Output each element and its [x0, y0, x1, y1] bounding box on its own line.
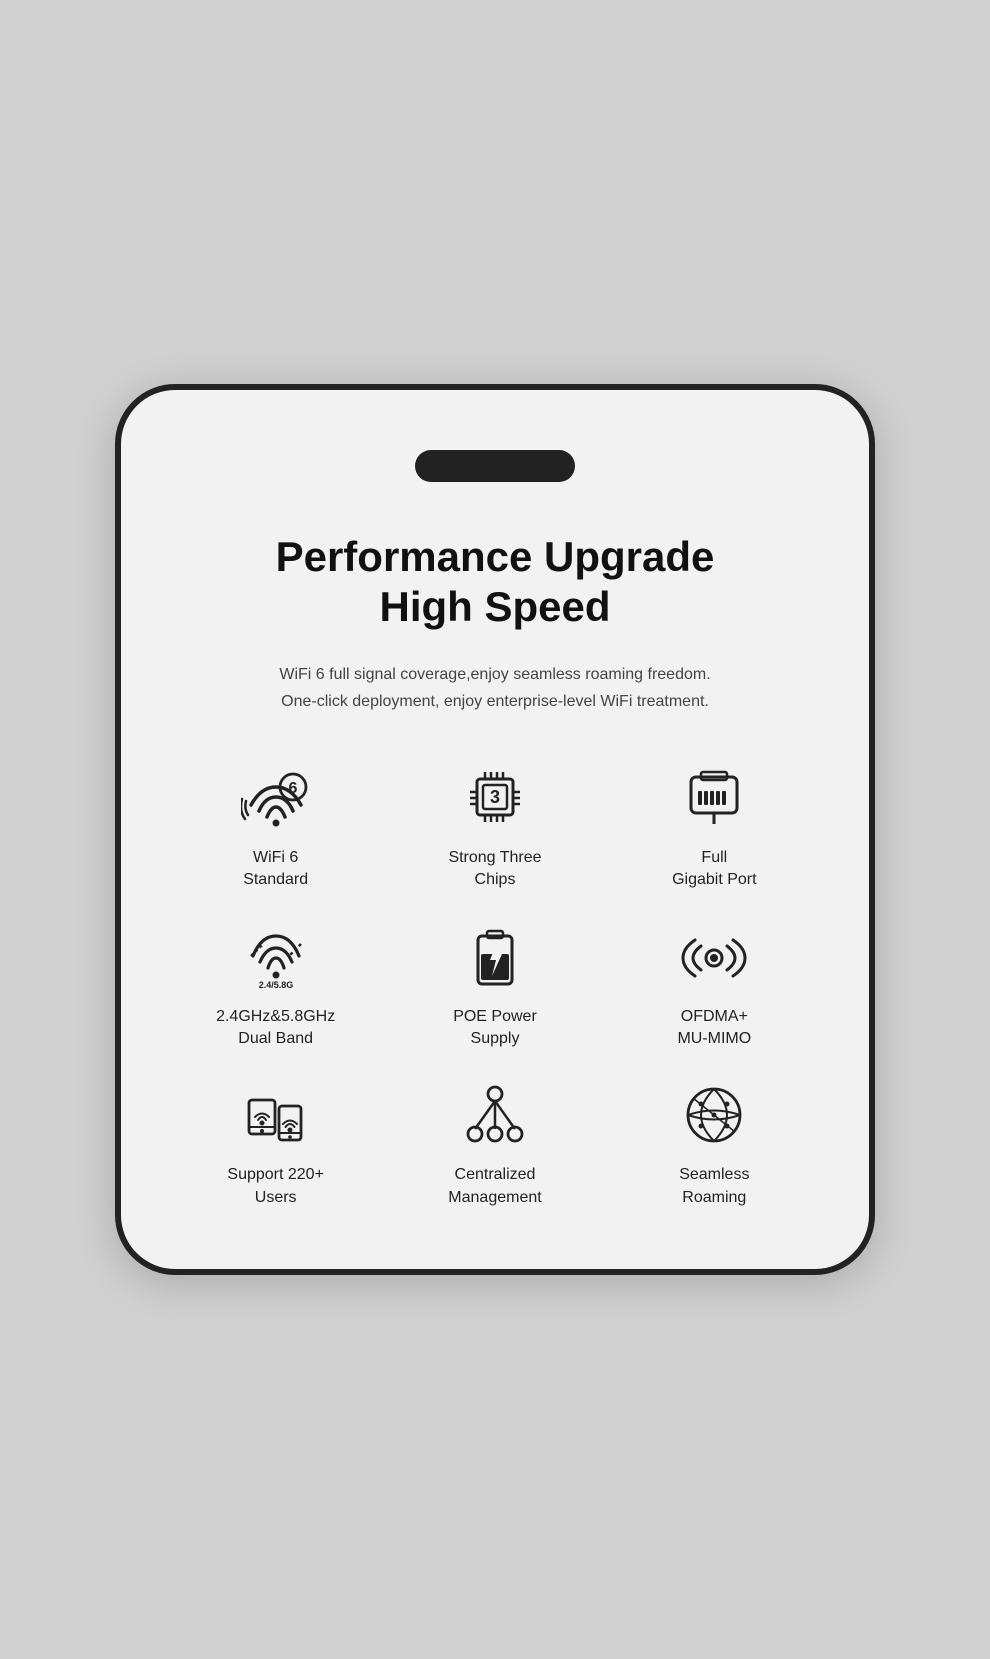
feature-roaming: Seamless Roaming [610, 1080, 819, 1209]
chips-icon: 3 [455, 763, 535, 833]
roaming-icon [674, 1080, 754, 1150]
phone-frame: Performance Upgrade High Speed WiFi 6 fu… [115, 384, 875, 1276]
poe-label: POE Power Supply [453, 1006, 537, 1051]
feature-chips: 3 [390, 763, 599, 892]
feature-gigabit: Full Gigabit Port [610, 763, 819, 892]
svg-text:3: 3 [490, 787, 500, 807]
dualband-label: 2.4GHz&5.8GHz Dual Band [216, 1006, 335, 1051]
page-title: Performance Upgrade High Speed [161, 532, 829, 633]
users-icon [236, 1080, 316, 1150]
roaming-label: Seamless Roaming [679, 1164, 749, 1209]
svg-text:6: 6 [288, 780, 297, 797]
gigabit-icon [674, 763, 754, 833]
wifi6-icon: 6 [236, 763, 316, 833]
ofdma-icon [674, 922, 754, 992]
ofdma-label: OFDMA+ MU-MIMO [677, 1006, 751, 1051]
feature-dualband: 2.4/5.8G 2.4GHz&5.8GHz Dual Band [171, 922, 380, 1051]
feature-management: Centralized Management [390, 1080, 599, 1209]
management-label: Centralized Management [448, 1164, 541, 1209]
svg-text:2.4/5.8G: 2.4/5.8G [258, 980, 293, 988]
poe-icon [455, 922, 535, 992]
gigabit-label: Full Gigabit Port [672, 847, 756, 892]
wifi6-label: WiFi 6 Standard [243, 847, 308, 892]
management-icon [455, 1080, 535, 1150]
phone-notch [415, 450, 575, 482]
dualband-icon: 2.4/5.8G [236, 922, 316, 992]
feature-wifi6: 6 WiFi 6 Standard [171, 763, 380, 892]
features-grid: 6 WiFi 6 Standard 3 [161, 763, 829, 1209]
chips-label: Strong Three Chips [448, 847, 541, 892]
page-subtitle: WiFi 6 full signal coverage,enjoy seamle… [161, 661, 829, 715]
feature-users: Support 220+ Users [171, 1080, 380, 1209]
feature-poe: POE Power Supply [390, 922, 599, 1051]
feature-ofdma: OFDMA+ MU-MIMO [610, 922, 819, 1051]
users-label: Support 220+ Users [227, 1164, 324, 1209]
